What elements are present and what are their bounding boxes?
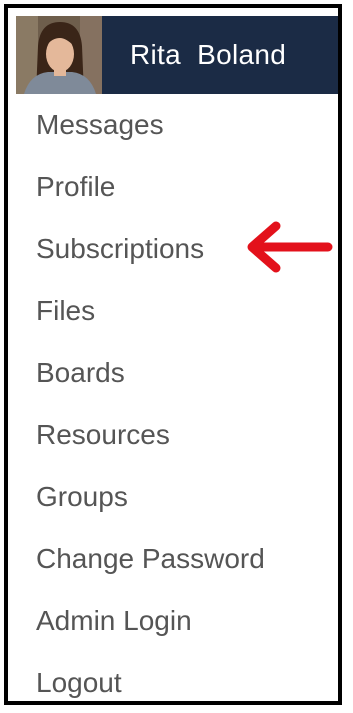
menu-item-profile[interactable]: Profile	[16, 156, 338, 218]
user-menu-panel: Rita Boland Messages Profile Subscriptio…	[4, 4, 342, 705]
menu-item-logout[interactable]: Logout	[16, 652, 338, 701]
menu-item-admin-login[interactable]: Admin Login	[16, 590, 338, 652]
menu-item-groups[interactable]: Groups	[16, 466, 338, 528]
arrow-left-icon	[247, 221, 333, 273]
user-name: Rita Boland	[130, 39, 287, 70]
menu-item-messages[interactable]: Messages	[16, 94, 338, 156]
menu-item-resources[interactable]: Resources	[16, 404, 338, 466]
account-menu: Messages Profile Subscriptions Files Boa…	[16, 94, 338, 701]
avatar	[16, 16, 102, 94]
menu-item-change-password[interactable]: Change Password	[16, 528, 338, 590]
user-header[interactable]: Rita Boland	[16, 16, 338, 94]
menu-item-files[interactable]: Files	[16, 280, 338, 342]
menu-item-boards[interactable]: Boards	[16, 342, 338, 404]
